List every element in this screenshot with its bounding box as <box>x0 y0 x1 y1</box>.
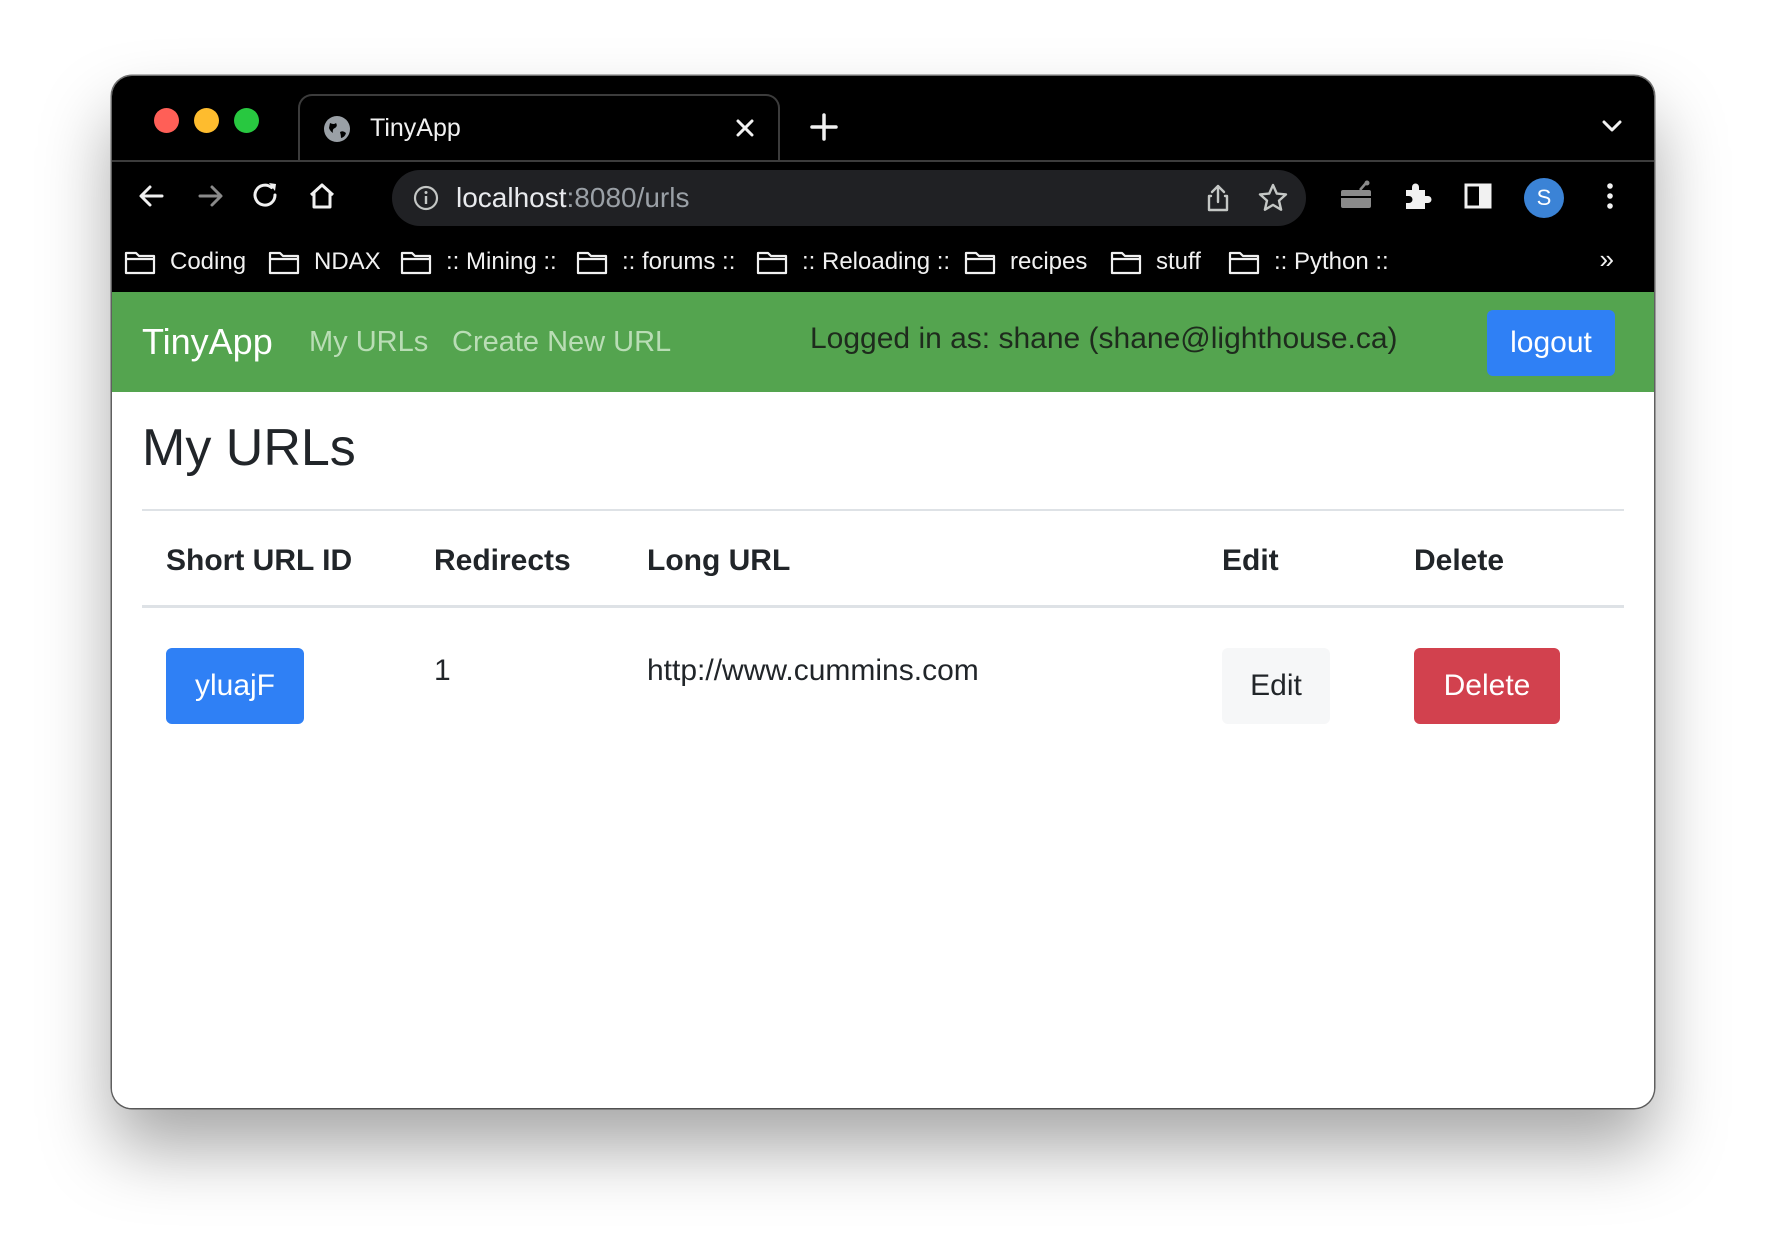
tab-title: TinyApp <box>370 114 461 142</box>
close-window-button[interactable] <box>154 108 179 133</box>
column-header-long-url: Long URL <box>647 544 791 577</box>
bookmark-item[interactable]: :: Mining :: <box>400 246 557 278</box>
page-title: My URLs <box>142 419 356 477</box>
media-icon[interactable] <box>1338 178 1374 214</box>
info-icon[interactable] <box>412 184 440 212</box>
bookmark-item[interactable]: stuff <box>1110 246 1201 278</box>
heading-divider <box>142 509 1624 511</box>
url-path: :8080/urls <box>566 182 690 213</box>
redirects-count: 1 <box>434 654 451 687</box>
bookmark-label: recipes <box>1010 248 1088 275</box>
bookmarks-bar: » Coding NDAX:: Mining :::: forums :::: R… <box>112 232 1654 292</box>
delete-button[interactable]: Delete <box>1414 648 1560 724</box>
close-icon[interactable] <box>730 113 760 143</box>
extensions-icon[interactable] <box>1398 178 1434 214</box>
minimize-window-button[interactable] <box>194 108 219 133</box>
table-header-divider <box>142 605 1624 608</box>
folder-icon <box>268 251 300 275</box>
folder-icon <box>124 251 156 275</box>
bookmarks-overflow-button[interactable]: » <box>1600 244 1614 275</box>
address-bar[interactable]: localhost:8080/urls <box>392 170 1306 226</box>
app-navbar: TinyApp My URLs Create New URL Logged in… <box>112 292 1654 392</box>
browser-window: TinyApp localhost:8080/urls S » Coding N… <box>112 76 1654 1108</box>
column-header-short-url-id: Short URL ID <box>166 544 353 577</box>
bookmark-label: :: Reloading :: <box>802 248 951 275</box>
bookmark-item[interactable]: :: Python :: <box>1228 246 1389 278</box>
bookmark-label: :: forums :: <box>622 248 736 275</box>
bookmark-label: :: Python :: <box>1274 248 1389 275</box>
side-panel-icon[interactable] <box>1460 178 1496 214</box>
bookmark-item[interactable]: :: forums :: <box>576 246 735 278</box>
logout-button[interactable]: logout <box>1487 310 1615 376</box>
short-url-button[interactable]: yluajF <box>166 648 304 724</box>
star-icon[interactable] <box>1256 181 1290 215</box>
kebab-menu-icon[interactable] <box>1592 178 1628 214</box>
nav-link-create-new-url[interactable]: Create New URL <box>452 326 671 359</box>
profile-avatar[interactable]: S <box>1524 178 1564 218</box>
tab-tinyapp[interactable]: TinyApp <box>298 94 780 160</box>
bookmark-item[interactable]: NDAX <box>268 246 381 278</box>
bookmark-item[interactable]: recipes <box>964 246 1087 278</box>
folder-icon <box>1110 251 1142 275</box>
folder-icon <box>576 251 608 275</box>
folder-icon <box>756 251 788 275</box>
reload-icon[interactable] <box>248 178 284 214</box>
url-host: localhost <box>456 182 567 213</box>
column-header-redirects: Redirects <box>434 544 571 577</box>
chevron-down-icon[interactable] <box>1598 112 1626 140</box>
back-arrow-icon[interactable] <box>134 178 170 214</box>
zoom-window-button[interactable] <box>234 108 259 133</box>
address-url: localhost:8080/urls <box>456 182 689 214</box>
browser-toolbar: localhost:8080/urls S <box>112 160 1654 232</box>
web-page: TinyApp My URLs Create New URL Logged in… <box>112 292 1654 1108</box>
bookmark-label: stuff <box>1156 248 1201 275</box>
folder-icon <box>1228 251 1260 275</box>
column-header-edit: Edit <box>1222 544 1279 577</box>
bookmark-item[interactable]: :: Reloading :: <box>756 246 950 278</box>
title-bar: TinyApp <box>112 76 1654 160</box>
folder-icon <box>400 251 432 275</box>
bookmark-label: NDAX <box>314 248 381 275</box>
brand-link[interactable]: TinyApp <box>142 321 273 363</box>
bookmark-label: :: Mining :: <box>446 248 557 275</box>
bookmark-item[interactable]: Coding <box>124 246 246 278</box>
logged-in-status: Logged in as: shane (shane@lighthouse.ca… <box>810 322 1398 355</box>
home-icon[interactable] <box>304 178 340 214</box>
share-icon[interactable] <box>1202 182 1234 214</box>
forward-arrow-icon[interactable] <box>192 178 228 214</box>
bookmark-label: Coding <box>170 248 247 275</box>
nav-link-my-urls[interactable]: My URLs <box>309 326 428 359</box>
plus-icon[interactable] <box>807 110 841 144</box>
folder-icon <box>964 251 996 275</box>
globe-icon <box>324 116 350 142</box>
long-url-text: http://www.cummins.com <box>647 654 979 687</box>
edit-button[interactable]: Edit <box>1222 648 1330 724</box>
column-header-delete: Delete <box>1414 544 1505 577</box>
